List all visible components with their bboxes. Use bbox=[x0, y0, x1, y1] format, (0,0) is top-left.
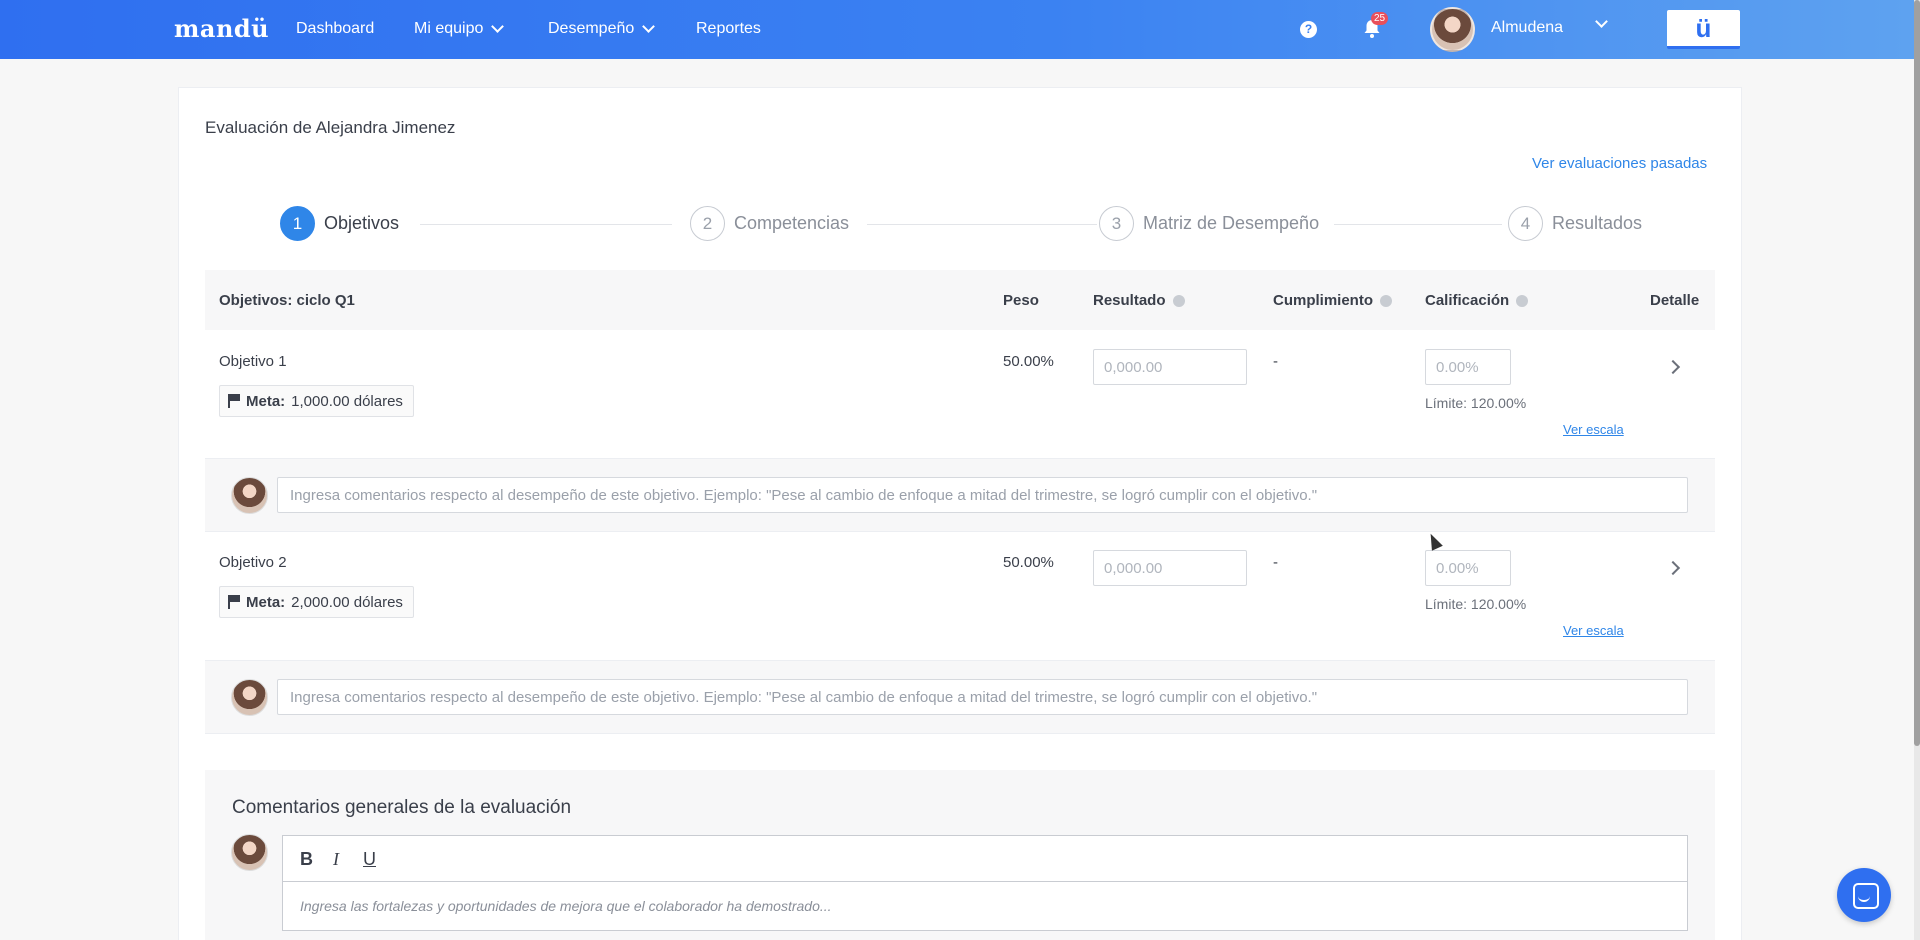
nav-mi-equipo-label: Mi equipo bbox=[414, 20, 484, 37]
step-competencias[interactable]: 2 Competencias bbox=[690, 206, 849, 241]
nav-mi-equipo[interactable]: Mi equipo bbox=[414, 20, 505, 38]
objective-meta: Meta: 1,000.00 dólares bbox=[219, 385, 414, 417]
objective-comment-input[interactable]: Ingresa comentarios respecto al desempeñ… bbox=[277, 679, 1688, 715]
objective-comment-input[interactable]: Ingresa comentarios respecto al desempeñ… bbox=[277, 477, 1688, 513]
nav-dashboard-label: Dashboard bbox=[296, 20, 375, 37]
header-resultado: Resultado bbox=[1093, 292, 1185, 309]
step-number: 2 bbox=[690, 206, 725, 241]
step-number: 1 bbox=[280, 206, 315, 241]
limit-text: Límite: 120.00% bbox=[1425, 596, 1527, 612]
past-evaluations-link[interactable]: Ver evaluaciones pasadas bbox=[1532, 155, 1707, 172]
step-label: Objetivos bbox=[324, 213, 400, 233]
step-connector bbox=[420, 224, 672, 225]
objective-weight: 50.00% bbox=[1003, 554, 1054, 571]
step-number: 4 bbox=[1508, 206, 1543, 241]
nav-dashboard[interactable]: Dashboard bbox=[296, 20, 374, 38]
editor-toolbar: B I U bbox=[283, 836, 1687, 882]
header-detalle-label: Detalle bbox=[1650, 292, 1700, 309]
chat-launcher-icon[interactable] bbox=[1837, 868, 1891, 922]
info-icon[interactable] bbox=[1172, 294, 1185, 307]
header-cumplimiento: Cumplimiento bbox=[1273, 292, 1392, 309]
header-objetivos: Objetivos: ciclo Q1 bbox=[219, 292, 355, 309]
step-number: 3 bbox=[1099, 206, 1134, 241]
step-label: Competencias bbox=[734, 213, 850, 233]
nav-desempeno[interactable]: Desempeño bbox=[548, 20, 656, 38]
cumplimiento-value: - bbox=[1273, 554, 1278, 571]
resultado-input[interactable]: 0,000.00 bbox=[1093, 550, 1247, 586]
calificacion-input[interactable]: 0.00% bbox=[1425, 349, 1511, 385]
general-comments-title: Comentarios generales de la evaluación bbox=[232, 797, 572, 818]
nav-reportes[interactable]: Reportes bbox=[696, 20, 761, 38]
header-objetivos-label: Objetivos: ciclo Q1 bbox=[219, 292, 355, 309]
header-peso-label: Peso bbox=[1003, 292, 1039, 309]
header-cumplimiento-label: Cumplimiento bbox=[1273, 292, 1373, 309]
user-name[interactable]: Almudena bbox=[1491, 19, 1563, 37]
nav-reportes-label: Reportes bbox=[696, 20, 761, 37]
info-icon[interactable] bbox=[1516, 294, 1529, 307]
commenter-avatar bbox=[231, 477, 268, 514]
header-peso: Peso bbox=[1003, 292, 1039, 309]
help-icon[interactable]: ? bbox=[1300, 21, 1317, 38]
meta-value: 1,000.00 dólares bbox=[291, 392, 403, 410]
bold-button[interactable]: B bbox=[300, 849, 313, 870]
chevron-down-icon bbox=[491, 20, 505, 33]
user-avatar[interactable] bbox=[1430, 7, 1475, 52]
notification-badge: 25 bbox=[1371, 12, 1389, 25]
header-calificacion: Calificación bbox=[1425, 292, 1529, 309]
flag-icon bbox=[228, 394, 240, 408]
step-label: Matriz de Desempeño bbox=[1143, 213, 1320, 233]
meta-value: 2,000.00 dólares bbox=[291, 593, 403, 611]
calificacion-input[interactable]: 0.00% bbox=[1425, 550, 1511, 586]
view-scale-link[interactable]: Ver escala bbox=[1563, 623, 1624, 638]
page-title: Evaluación de Alejandra Jimenez bbox=[205, 118, 456, 137]
limit-text: Límite: 120.00% bbox=[1425, 395, 1527, 411]
objective-name: Objetivo 2 bbox=[219, 554, 287, 571]
info-icon[interactable] bbox=[1380, 294, 1392, 307]
underline-button[interactable]: U bbox=[363, 849, 376, 870]
step-connector bbox=[867, 224, 1097, 225]
commenter-avatar bbox=[231, 834, 268, 871]
header-resultado-label: Resultado bbox=[1093, 292, 1166, 309]
objective-meta: Meta: 2,000.00 dólares bbox=[219, 586, 414, 618]
cumplimiento-value: - bbox=[1273, 353, 1278, 370]
objective-weight: 50.00% bbox=[1003, 353, 1054, 370]
header-calificacion-label: Calificación bbox=[1425, 292, 1510, 309]
flag-icon bbox=[228, 595, 240, 609]
meta-label: Meta: bbox=[246, 392, 286, 410]
step-connector bbox=[1334, 224, 1502, 225]
italic-button[interactable]: I bbox=[333, 849, 339, 870]
scrollbar-thumb[interactable] bbox=[1914, 0, 1920, 746]
brand-button[interactable]: ü bbox=[1667, 10, 1740, 49]
editor-placeholder[interactable]: Ingresa las fortalezas y oportunidades d… bbox=[300, 898, 832, 914]
chevron-down-icon bbox=[642, 20, 656, 33]
general-comments-editor[interactable]: B I U Ingresa las fortalezas y oportunid… bbox=[282, 835, 1688, 931]
step-objetivos[interactable]: 1 Objetivos bbox=[280, 206, 399, 241]
meta-label: Meta: bbox=[246, 593, 286, 611]
step-matriz[interactable]: 3 Matriz de Desempeño bbox=[1099, 206, 1319, 241]
commenter-avatar bbox=[231, 679, 268, 716]
header-detalle: Detalle bbox=[1650, 292, 1699, 309]
chevron-down-icon[interactable] bbox=[1595, 15, 1608, 28]
resultado-input[interactable]: 0,000.00 bbox=[1093, 349, 1247, 385]
nav-desempeno-label: Desempeño bbox=[548, 20, 635, 37]
objective-name: Objetivo 1 bbox=[219, 353, 287, 370]
top-nav-bar: mandü Dashboard Mi equipo Desempeño Repo… bbox=[0, 0, 1914, 59]
view-scale-link[interactable]: Ver escala bbox=[1563, 422, 1624, 437]
mandu-logo[interactable]: mandü bbox=[174, 14, 269, 43]
step-label: Resultados bbox=[1552, 213, 1643, 233]
step-resultados[interactable]: 4 Resultados bbox=[1508, 206, 1642, 241]
